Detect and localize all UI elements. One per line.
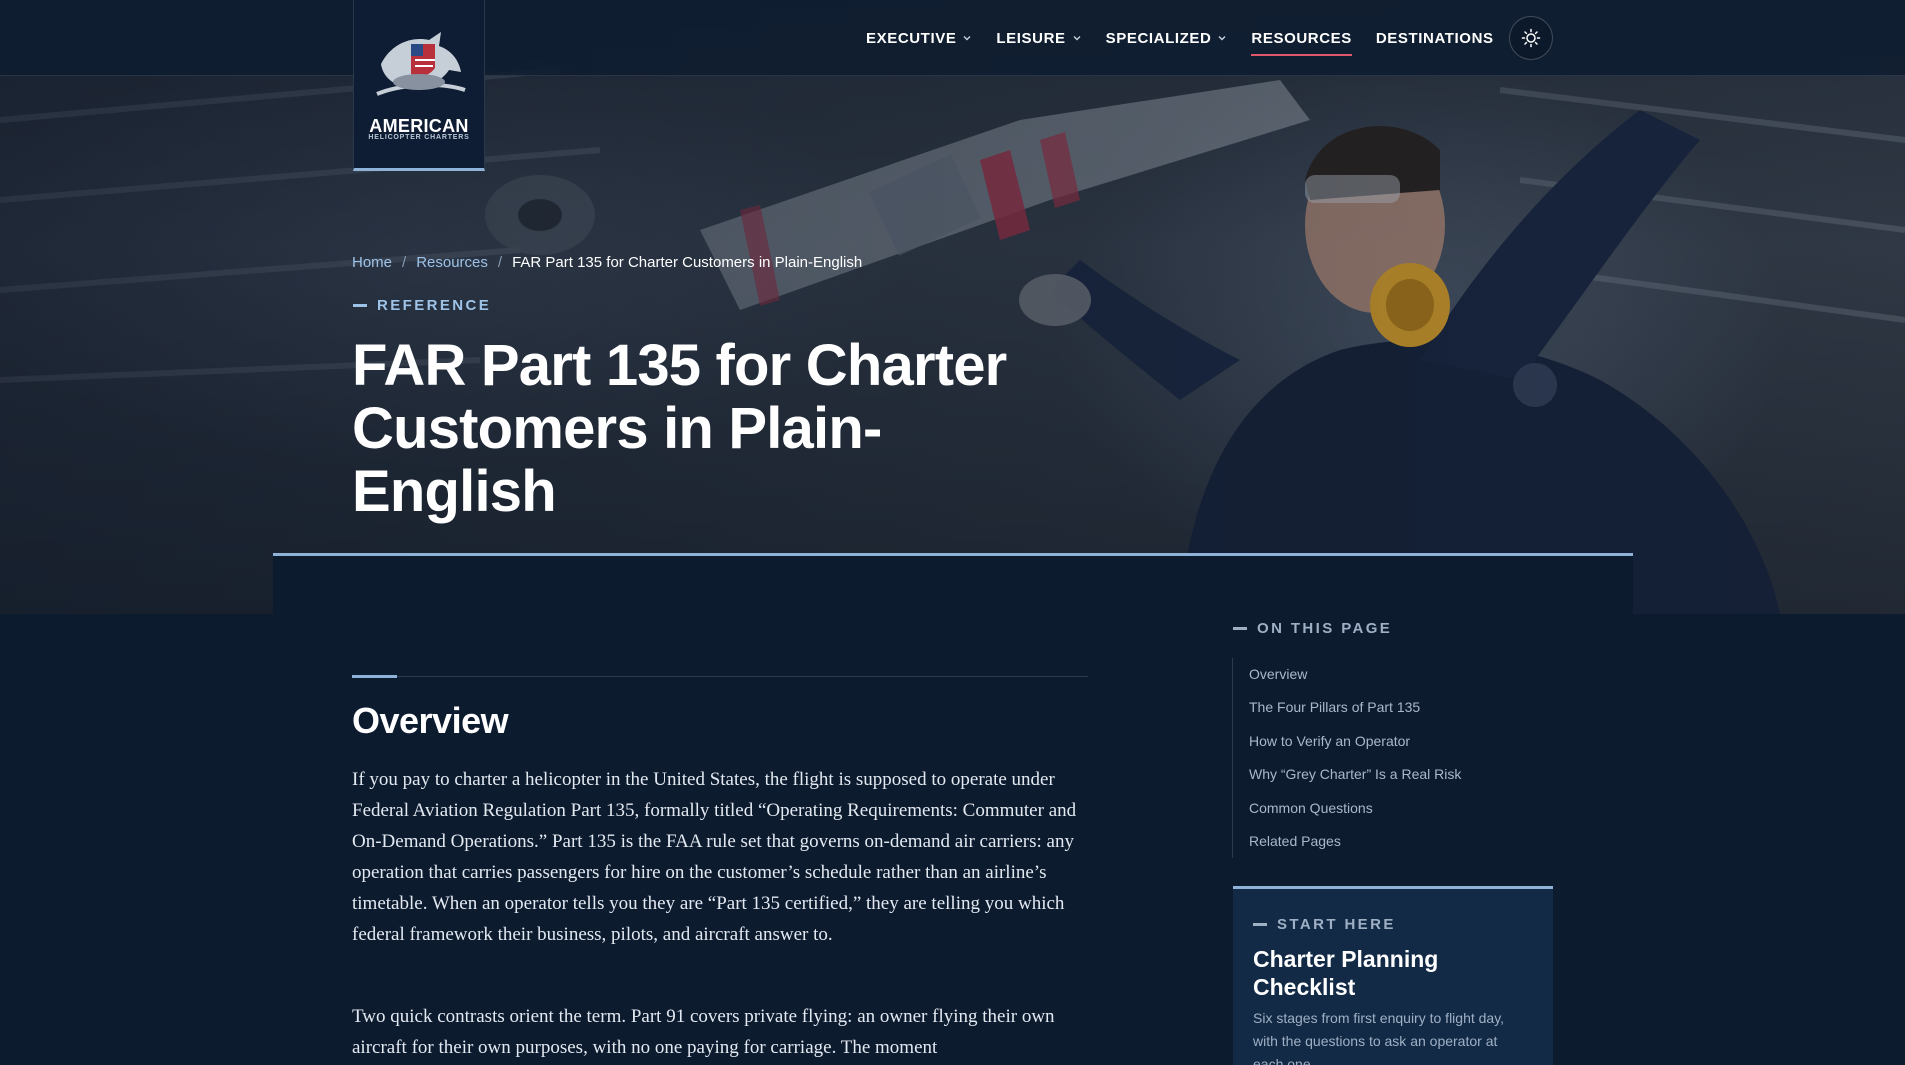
toc-dash xyxy=(1233,627,1247,630)
start-here-dash xyxy=(1253,923,1267,926)
start-here-card[interactable]: START HERE Charter Planning Checklist Si… xyxy=(1233,886,1553,1065)
hero-eyebrow: REFERENCE xyxy=(353,297,491,314)
nav-executive[interactable]: EXECUTIVE xyxy=(866,0,972,76)
breadcrumb-resources-link[interactable]: Resources xyxy=(416,254,488,271)
eagle-helicopter-emblem-icon xyxy=(376,32,466,96)
toc-item-grey-charter[interactable]: Why “Grey Charter” Is a Real Risk xyxy=(1233,758,1532,791)
toc-list: Overview The Four Pillars of Part 135 Ho… xyxy=(1232,658,1532,858)
start-here-eyebrow-label: START HERE xyxy=(1277,916,1396,933)
start-here-title: Charter Planning Checklist xyxy=(1253,946,1439,1000)
start-here-description: Six stages from first enquiry to flight … xyxy=(1253,1010,1505,1065)
toc-item-related-pages[interactable]: Related Pages xyxy=(1233,825,1532,858)
breadcrumb-separator: / xyxy=(402,254,407,271)
overview-heading: Overview xyxy=(352,700,509,741)
sun-icon xyxy=(1521,28,1541,48)
toc-heading-label: ON THIS PAGE xyxy=(1257,620,1393,637)
start-here-eyebrow: START HERE xyxy=(1253,916,1396,933)
brand-tagline: HELICOPTER CHARTERS xyxy=(368,134,470,141)
chevron-down-icon xyxy=(1218,36,1226,41)
eyebrow-dash xyxy=(353,304,367,307)
main-nav: EXECUTIVE LEISURE SPECIALIZED RESOURCES … xyxy=(866,0,1518,76)
nav-specialized[interactable]: SPECIALIZED xyxy=(1106,0,1228,76)
breadcrumb-current: FAR Part 135 for Charter Customers in Pl… xyxy=(512,254,863,271)
toc-item-verify-operator[interactable]: How to Verify an Operator xyxy=(1233,725,1532,758)
nav-resources[interactable]: RESOURCES xyxy=(1251,0,1353,76)
toc-item-four-pillars[interactable]: The Four Pillars of Part 135 xyxy=(1233,691,1532,724)
breadcrumb-separator: / xyxy=(497,254,503,271)
chevron-down-icon xyxy=(1073,36,1081,41)
nav-executive-label: EXECUTIVE xyxy=(866,29,957,47)
section-divider xyxy=(352,676,1088,677)
nav-leisure[interactable]: LEISURE xyxy=(996,0,1081,76)
toc-item-common-questions[interactable]: Common Questions xyxy=(1233,792,1532,825)
nav-specialized-label: SPECIALIZED xyxy=(1105,29,1212,47)
theme-toggle-button[interactable] xyxy=(1509,16,1553,60)
section-divider-accent xyxy=(352,675,397,678)
brand-logo[interactable]: AMERICAN HELICOPTER CHARTERS xyxy=(353,0,485,171)
nav-resources-label: RESOURCES xyxy=(1251,29,1352,47)
breadcrumb: Home / Resources / FAR Part 135 for Char… xyxy=(352,254,862,271)
nav-leisure-label: LEISURE xyxy=(996,29,1066,47)
overview-paragraph-2: Two quick contrasts orient the term. Par… xyxy=(352,1006,1055,1058)
chevron-down-icon xyxy=(963,36,971,41)
hero-eyebrow-label: REFERENCE xyxy=(377,297,492,314)
overview-paragraph-1: If you pay to charter a helicopter in th… xyxy=(352,769,1077,945)
nav-destinations[interactable]: DESTINATIONS xyxy=(1376,0,1494,76)
breadcrumb-home-link[interactable]: Home xyxy=(352,254,392,271)
nav-destinations-label: DESTINATIONS xyxy=(1375,29,1494,47)
page-title: FAR Part 135 for Charter Customers in Pl… xyxy=(352,333,1007,524)
toc-item-overview[interactable]: Overview xyxy=(1233,658,1532,691)
toc-heading: ON THIS PAGE xyxy=(1233,620,1392,637)
